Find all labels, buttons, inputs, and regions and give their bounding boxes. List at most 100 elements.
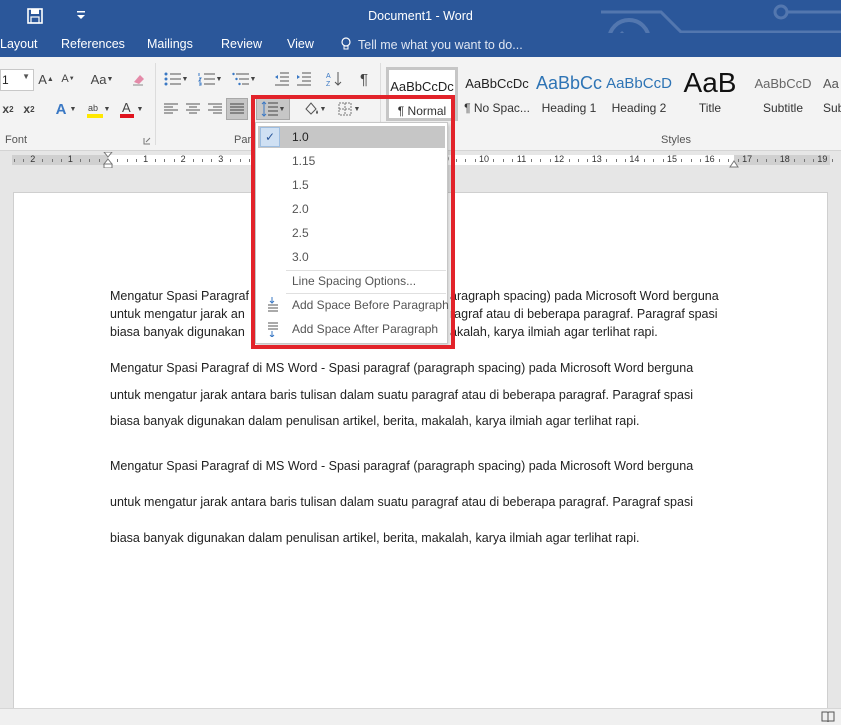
ruler-tick (117, 159, 119, 162)
para2-line3: biasa banyak digunakan dalam penulisan a… (110, 414, 640, 428)
superscript-button[interactable]: x2 (20, 99, 38, 119)
paragraph-2: Mengatur Spasi Paragraf di MS Word - Spa… (110, 361, 736, 431)
add-space-after-item[interactable]: Add Space After Paragraph (258, 318, 445, 340)
font-size-input[interactable]: 1 ▼ (0, 69, 34, 91)
tab-view[interactable]: View (287, 37, 314, 51)
ruler-tick (79, 159, 81, 162)
ruler-tick (23, 159, 25, 162)
ribbon-tab-bar: Layout References Mailings Review View T… (0, 33, 841, 57)
highlight-color-button[interactable]: ab ▼ (84, 99, 112, 119)
tell-me-search[interactable]: Tell me what you want to do... (340, 37, 523, 52)
style-heading-1[interactable]: AaBbCc Heading 1 (534, 67, 604, 121)
para1-line2-left: untuk mengatur jarak an (110, 307, 245, 321)
tab-review[interactable]: Review (221, 37, 262, 51)
decrease-indent-icon[interactable] (272, 69, 292, 89)
bullets-button[interactable]: ▼ (162, 69, 190, 89)
ruler-tick (51, 159, 53, 162)
space-before-icon (268, 297, 278, 312)
ruler-number: 17 (742, 154, 753, 164)
ruler-tick (531, 159, 532, 162)
line-spacing-option-1-15[interactable]: 1.15 (258, 150, 445, 172)
ruler-tick (775, 159, 777, 162)
paragraph-3: Mengatur Spasi Paragraf di MS Word - Spa… (110, 459, 736, 549)
lightbulb-icon (341, 37, 351, 50)
clear-formatting-icon[interactable] (130, 69, 148, 89)
tab-references[interactable]: References (61, 37, 125, 51)
ruler-tick (719, 159, 720, 162)
font-color-button[interactable]: A ▼ (116, 99, 146, 119)
para1-line3-left: biasa banyak digunakan (110, 325, 245, 339)
dialog-launcher-icon[interactable] (143, 137, 151, 145)
ruler-tick (164, 159, 166, 162)
style-subtitle[interactable]: AaBbCcD Subtitle (746, 67, 820, 121)
svg-text:Z: Z (326, 81, 331, 87)
multilevel-list-button[interactable]: ▼ (230, 69, 258, 89)
subscript-button[interactable]: x2 (0, 99, 16, 119)
svg-text:A: A (122, 100, 131, 115)
line-spacing-option-2-5[interactable]: 2.5 (258, 222, 445, 244)
tab-layout[interactable]: Layout (0, 37, 38, 51)
ruler-tick (606, 159, 608, 162)
style-no-spacing[interactable]: AaBbCcDc ¶ No Spac... (460, 67, 534, 121)
option-label: 2.5 (292, 226, 309, 240)
grow-font-button[interactable]: A ▲ (38, 69, 54, 89)
text-effects-button[interactable]: A ▼ (52, 99, 80, 119)
style-name: ¶ No Spac... (464, 101, 530, 115)
title-bar: Document1 - Word (0, 0, 841, 82)
status-bar (0, 708, 841, 725)
ruler-tick (230, 159, 232, 162)
style-subtle[interactable]: Aa Sub (820, 67, 841, 121)
ruler-tick (662, 159, 664, 162)
ruler-number: 2 (30, 154, 36, 164)
ruler-left-margin (12, 155, 108, 165)
indent-marker-icon[interactable] (103, 152, 113, 168)
ruler-tick (155, 159, 156, 162)
ruler-tick (794, 159, 796, 162)
line-spacing-options-item[interactable]: Line Spacing Options... (258, 270, 445, 292)
para3-line2: untuk mengatur jarak antara baris tulisa… (110, 495, 693, 509)
line-spacing-option-2-0[interactable]: 2.0 (258, 198, 445, 220)
style-preview: Aa (823, 75, 839, 91)
line-spacing-option-1-0[interactable]: ✓ 1.0 (258, 126, 445, 148)
ruler-tick (512, 159, 514, 162)
align-center-icon[interactable] (184, 99, 202, 119)
sort-icon[interactable]: AZ (324, 69, 346, 89)
line-spacing-button[interactable]: ▼ (256, 98, 290, 120)
style-name: Heading 2 (611, 101, 667, 115)
shading-button[interactable]: ▼ (298, 99, 330, 119)
shrink-font-button[interactable]: A ▼ (60, 69, 76, 89)
ruler-number: 10 (478, 154, 490, 164)
ruler-tick (568, 159, 570, 162)
read-mode-icon[interactable] (821, 711, 835, 723)
style-title[interactable]: AaB Title (674, 67, 746, 121)
align-right-icon[interactable] (206, 99, 224, 119)
align-left-icon[interactable] (162, 99, 180, 119)
show-formatting-marks-icon[interactable]: ¶ (354, 69, 374, 89)
increase-indent-icon[interactable] (294, 69, 314, 89)
right-indent-marker-icon[interactable] (729, 156, 739, 168)
tell-me-placeholder: Tell me what you want to do... (358, 38, 523, 52)
style-normal[interactable]: AaBbCcDc ¶ Normal (386, 67, 458, 121)
line-spacing-option-1-5[interactable]: 1.5 (258, 174, 445, 196)
option-label: 1.0 (292, 130, 309, 144)
checkmark-icon: ✓ (260, 127, 280, 147)
justify-icon[interactable] (226, 98, 248, 120)
tab-mailings[interactable]: Mailings (147, 37, 193, 51)
numbering-button[interactable]: ▼ (196, 69, 224, 89)
add-space-before-item[interactable]: Add Space Before Paragraph (258, 294, 449, 316)
option-label: Line Spacing Options... (292, 274, 417, 288)
style-name: Subtitle (762, 101, 804, 115)
ruler-tick (813, 159, 814, 162)
style-name: Heading 1 (541, 101, 597, 115)
option-label: Add Space Before Paragraph (292, 298, 449, 312)
style-heading-2[interactable]: AaBbCcD Heading 2 (604, 67, 674, 121)
line-spacing-option-3-0[interactable]: 3.0 (258, 246, 445, 268)
ruler-tick (700, 159, 702, 162)
borders-button[interactable]: ▼ (334, 99, 364, 119)
para1-line1-right: aragraph spacing) pada Microsoft Word be… (450, 289, 719, 303)
space-after-icon (268, 322, 278, 337)
change-case-button[interactable]: Aa ▼ (86, 69, 118, 89)
ruler-tick (756, 159, 758, 162)
ruler-number: 16 (704, 154, 715, 164)
ruler-tick (690, 159, 692, 162)
